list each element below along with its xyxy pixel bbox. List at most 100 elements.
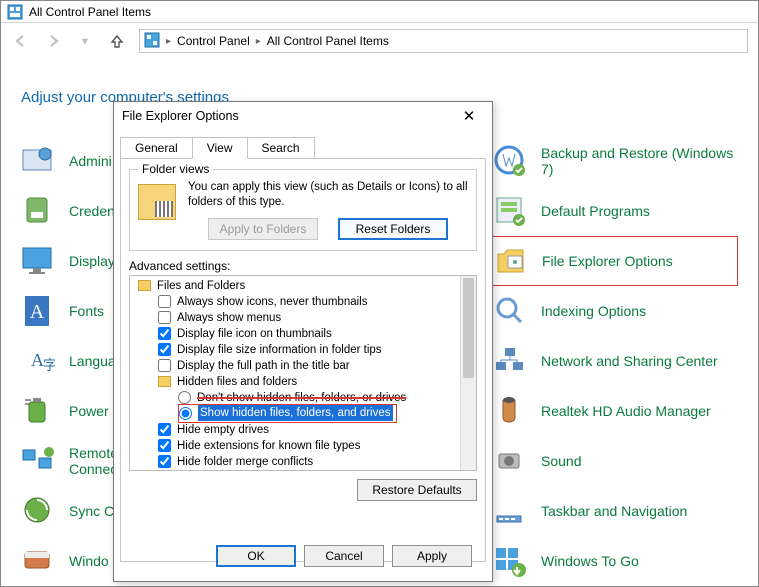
cp-item-label: Windows To Go <box>541 553 639 569</box>
cp-item[interactable]: Taskbar and Navigation <box>493 486 738 536</box>
cp-item-label: Sync C <box>69 503 114 519</box>
tab-panel-view: Folder views You can apply this view (su… <box>120 158 486 562</box>
tree-label: Files and Folders <box>157 278 245 294</box>
radio[interactable] <box>178 391 191 404</box>
address-bar[interactable]: ▸ Control Panel ▸ All Control Panel Item… <box>139 29 748 53</box>
apply-button[interactable]: Apply <box>392 545 472 567</box>
cp-item-icon <box>493 544 527 578</box>
cp-item-icon <box>21 494 55 528</box>
window-title: All Control Panel Items <box>29 5 151 19</box>
cp-item-label: Admini <box>69 153 112 169</box>
checkbox[interactable] <box>158 295 171 308</box>
checkbox[interactable] <box>158 359 171 372</box>
cp-item-label: Default Programs <box>541 203 650 219</box>
cp-item-icon <box>493 344 527 378</box>
cp-item-label: Network and Sharing Center <box>541 353 718 369</box>
cp-item[interactable]: Realtek HD Audio Manager <box>493 386 738 436</box>
checkbox[interactable] <box>158 439 171 452</box>
tree-label: Hidden files and folders <box>177 374 297 390</box>
cp-item[interactable]: Indexing Options <box>493 286 738 336</box>
tab-search[interactable]: Search <box>247 137 315 159</box>
cp-item-label: Langua <box>69 353 116 369</box>
tab-general[interactable]: General <box>120 137 193 159</box>
tree-checkbox-row[interactable]: Always show icons, never thumbnails <box>132 294 458 310</box>
cp-item-label: Windo <box>69 553 109 569</box>
cp-item-label: Indexing Options <box>541 303 646 319</box>
scrollbar[interactable] <box>460 276 476 470</box>
cp-item[interactable]: Default Programs <box>493 186 738 236</box>
tree-label: Always show menus <box>177 310 281 326</box>
checkbox[interactable] <box>158 327 171 340</box>
tree-checkbox-row[interactable]: Display the full path in the title bar <box>132 358 458 374</box>
chevron-right-icon[interactable]: ▸ <box>166 36 171 47</box>
cp-item-icon <box>494 244 528 278</box>
address-bar-cp-icon <box>144 32 160 51</box>
recent-locations-button[interactable]: ▾ <box>75 31 95 51</box>
svg-text:A: A <box>30 301 45 323</box>
cp-item[interactable]: Backup and Restore (Windows 7) <box>493 136 738 186</box>
tab-view[interactable]: View <box>192 137 248 159</box>
tree-label: Show hidden files, folders, and drives <box>198 405 393 421</box>
checkbox[interactable] <box>158 343 171 356</box>
checkbox[interactable] <box>158 455 171 468</box>
cp-item-icon <box>21 394 55 428</box>
scrollbar-thumb[interactable] <box>463 278 474 378</box>
radio[interactable] <box>179 407 192 420</box>
dialog-footer: OK Cancel Apply <box>216 545 472 567</box>
advanced-settings-tree[interactable]: Files and FoldersAlways show icons, neve… <box>129 275 477 471</box>
chevron-right-icon[interactable]: ▸ <box>256 36 261 47</box>
up-button[interactable] <box>107 31 127 51</box>
cp-item-icon <box>493 494 527 528</box>
cancel-button[interactable]: Cancel <box>304 545 384 567</box>
forward-button[interactable] <box>43 31 63 51</box>
dialog-title: File Explorer Options <box>122 109 239 123</box>
cp-item-icon: A <box>21 294 55 328</box>
folder-views-text: You can apply this view (such as Details… <box>188 180 468 210</box>
checkbox[interactable] <box>158 311 171 324</box>
tree-checkbox-row[interactable]: Hide extensions for known file types <box>132 438 458 454</box>
cp-item-label: Fonts <box>69 303 104 319</box>
checkbox[interactable] <box>158 423 171 436</box>
tree-folder[interactable]: Files and Folders <box>132 278 458 294</box>
cp-item-label: Backup and Restore (Windows 7) <box>541 145 738 177</box>
cp-item[interactable]: Network and Sharing Center <box>493 336 738 386</box>
tree-checkbox-row[interactable]: Display file size information in folder … <box>132 342 458 358</box>
advanced-settings-label: Advanced settings: <box>129 259 477 273</box>
cp-item-icon <box>493 294 527 328</box>
cp-item-label: Display <box>69 253 115 269</box>
apply-to-folders-button[interactable]: Apply to Folders <box>208 218 318 240</box>
cp-item-label: Taskbar and Navigation <box>541 503 687 519</box>
folder-icon <box>158 376 171 387</box>
tree-radio-row[interactable]: Show hidden files, folders, and drives <box>132 406 458 422</box>
cp-item-icon <box>493 394 527 428</box>
ok-button[interactable]: OK <box>216 545 296 567</box>
breadcrumb-root[interactable]: Control Panel <box>177 34 250 48</box>
back-button[interactable] <box>11 31 31 51</box>
tree-checkbox-row[interactable]: Always show menus <box>132 310 458 326</box>
tree-checkbox-row[interactable]: Display file icon on thumbnails <box>132 326 458 342</box>
cp-item-icon <box>21 244 55 278</box>
tree-checkbox-row[interactable]: Hide folder merge conflicts <box>132 454 458 468</box>
reset-folders-button[interactable]: Reset Folders <box>338 218 448 240</box>
cp-item-icon <box>21 194 55 228</box>
close-button[interactable]: ✕ <box>454 107 484 125</box>
tree-label: Always show icons, never thumbnails <box>177 294 367 310</box>
tree-folder[interactable]: Hidden files and folders <box>132 374 458 390</box>
cp-item[interactable]: File Explorer Options <box>489 236 738 286</box>
folder-views-group: Folder views You can apply this view (su… <box>129 169 477 251</box>
cp-item-label: File Explorer Options <box>542 253 673 269</box>
cp-item-label: Sound <box>541 453 581 469</box>
folder-views-legend: Folder views <box>138 162 213 176</box>
cp-item-label: Power <box>69 403 109 419</box>
folder-views-icon <box>138 184 176 220</box>
tree-checkbox-row[interactable]: Hide empty drives <box>132 422 458 438</box>
cp-item[interactable]: Sound <box>493 436 738 486</box>
tree-label: Hide extensions for known file types <box>177 438 360 454</box>
dialog-titlebar: File Explorer Options ✕ <box>114 102 492 130</box>
restore-defaults-button[interactable]: Restore Defaults <box>357 479 477 501</box>
tree-label: Hide folder merge conflicts <box>177 454 313 468</box>
cp-item-label: Remote <box>69 445 118 461</box>
cp-item[interactable]: Windows To Go <box>493 536 738 586</box>
tree-label: Display file icon on thumbnails <box>177 326 332 342</box>
breadcrumb-current[interactable]: All Control Panel Items <box>267 34 389 48</box>
